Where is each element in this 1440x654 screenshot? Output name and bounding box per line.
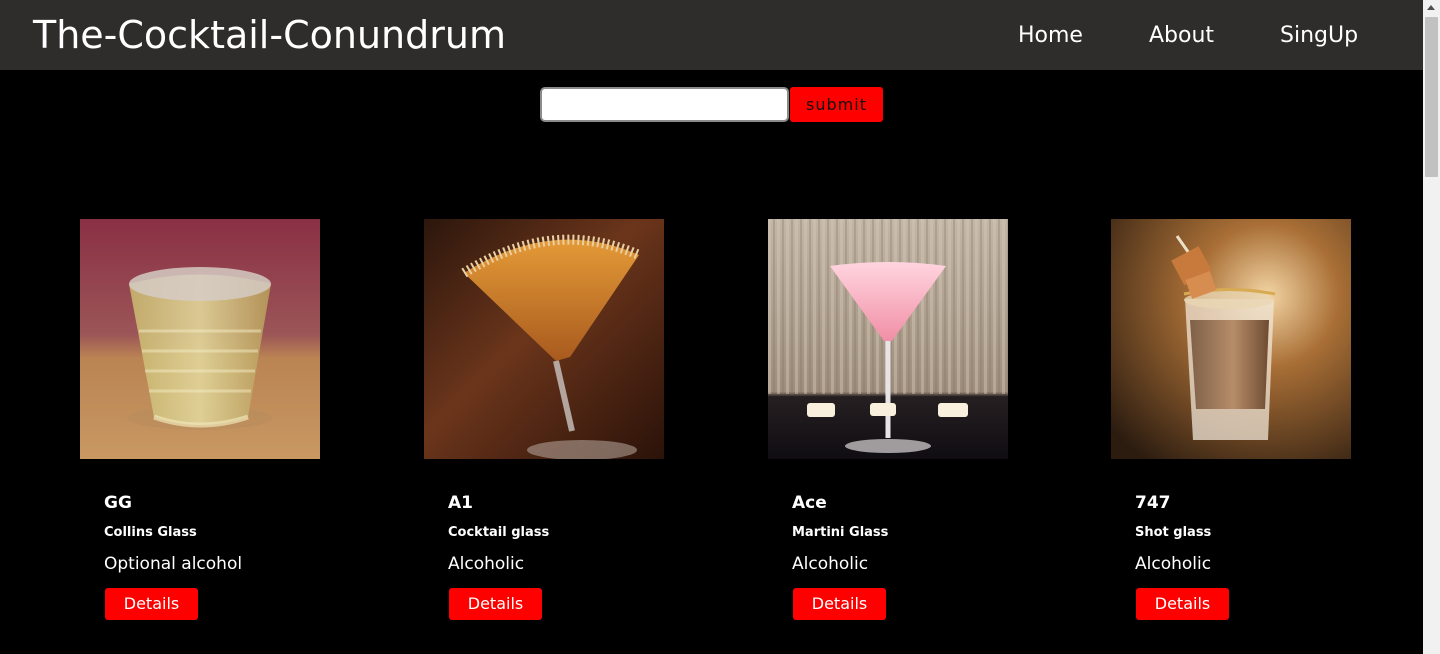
cocktail-card-gg: GG Collins Glass Optional alcohol Detail… bbox=[80, 219, 320, 639]
navbar: The-Cocktail-Conundrum Home About SingUp bbox=[0, 0, 1423, 70]
details-button[interactable]: Details bbox=[105, 588, 198, 620]
alcohol-type: Alcoholic bbox=[448, 554, 525, 574]
alcohol-type: Alcoholic bbox=[1135, 554, 1212, 574]
cocktail-name: Ace bbox=[792, 493, 827, 513]
alcohol-type: Optional alcohol bbox=[104, 554, 243, 574]
cocktail-name: A1 bbox=[448, 493, 473, 513]
cocktail-glass-drink-image bbox=[424, 219, 664, 459]
nav-home-link[interactable]: Home bbox=[1018, 21, 1083, 51]
martini-glass-drink-image bbox=[768, 219, 1008, 459]
scrollbar-thumb[interactable] bbox=[1425, 17, 1438, 177]
cocktail-card-a1: A1 Cocktail glass Alcoholic Details bbox=[424, 219, 664, 639]
cocktail-name: GG bbox=[104, 493, 132, 513]
cocktail-name: 747 bbox=[1135, 493, 1171, 513]
search-input[interactable] bbox=[540, 87, 789, 122]
glass-type: Collins Glass bbox=[104, 525, 197, 540]
page: The-Cocktail-Conundrum Home About SingUp… bbox=[0, 0, 1440, 654]
cocktail-card-ace: Ace Martini Glass Alcoholic Details bbox=[768, 219, 1008, 639]
glass-type: Shot glass bbox=[1135, 525, 1212, 540]
collins-glass-drink-image bbox=[80, 219, 320, 459]
details-button[interactable]: Details bbox=[1136, 588, 1229, 620]
scroll-up-arrow-icon[interactable] bbox=[1427, 5, 1435, 10]
details-button[interactable]: Details bbox=[449, 588, 542, 620]
cocktail-card-747: 747 Shot glass Alcoholic Details bbox=[1111, 219, 1351, 639]
nav-about-link[interactable]: About bbox=[1149, 21, 1214, 51]
alcohol-type: Alcoholic bbox=[792, 554, 869, 574]
glass-type: Martini Glass bbox=[792, 525, 889, 540]
shot-glass-drink-image bbox=[1111, 219, 1351, 459]
submit-button[interactable]: submit bbox=[790, 87, 883, 122]
brand-title: The-Cocktail-Conundrum bbox=[33, 13, 506, 57]
vertical-scrollbar[interactable] bbox=[1423, 0, 1440, 654]
nav-signup-link[interactable]: SingUp bbox=[1280, 21, 1358, 51]
details-button[interactable]: Details bbox=[793, 588, 886, 620]
glass-type: Cocktail glass bbox=[448, 525, 550, 540]
